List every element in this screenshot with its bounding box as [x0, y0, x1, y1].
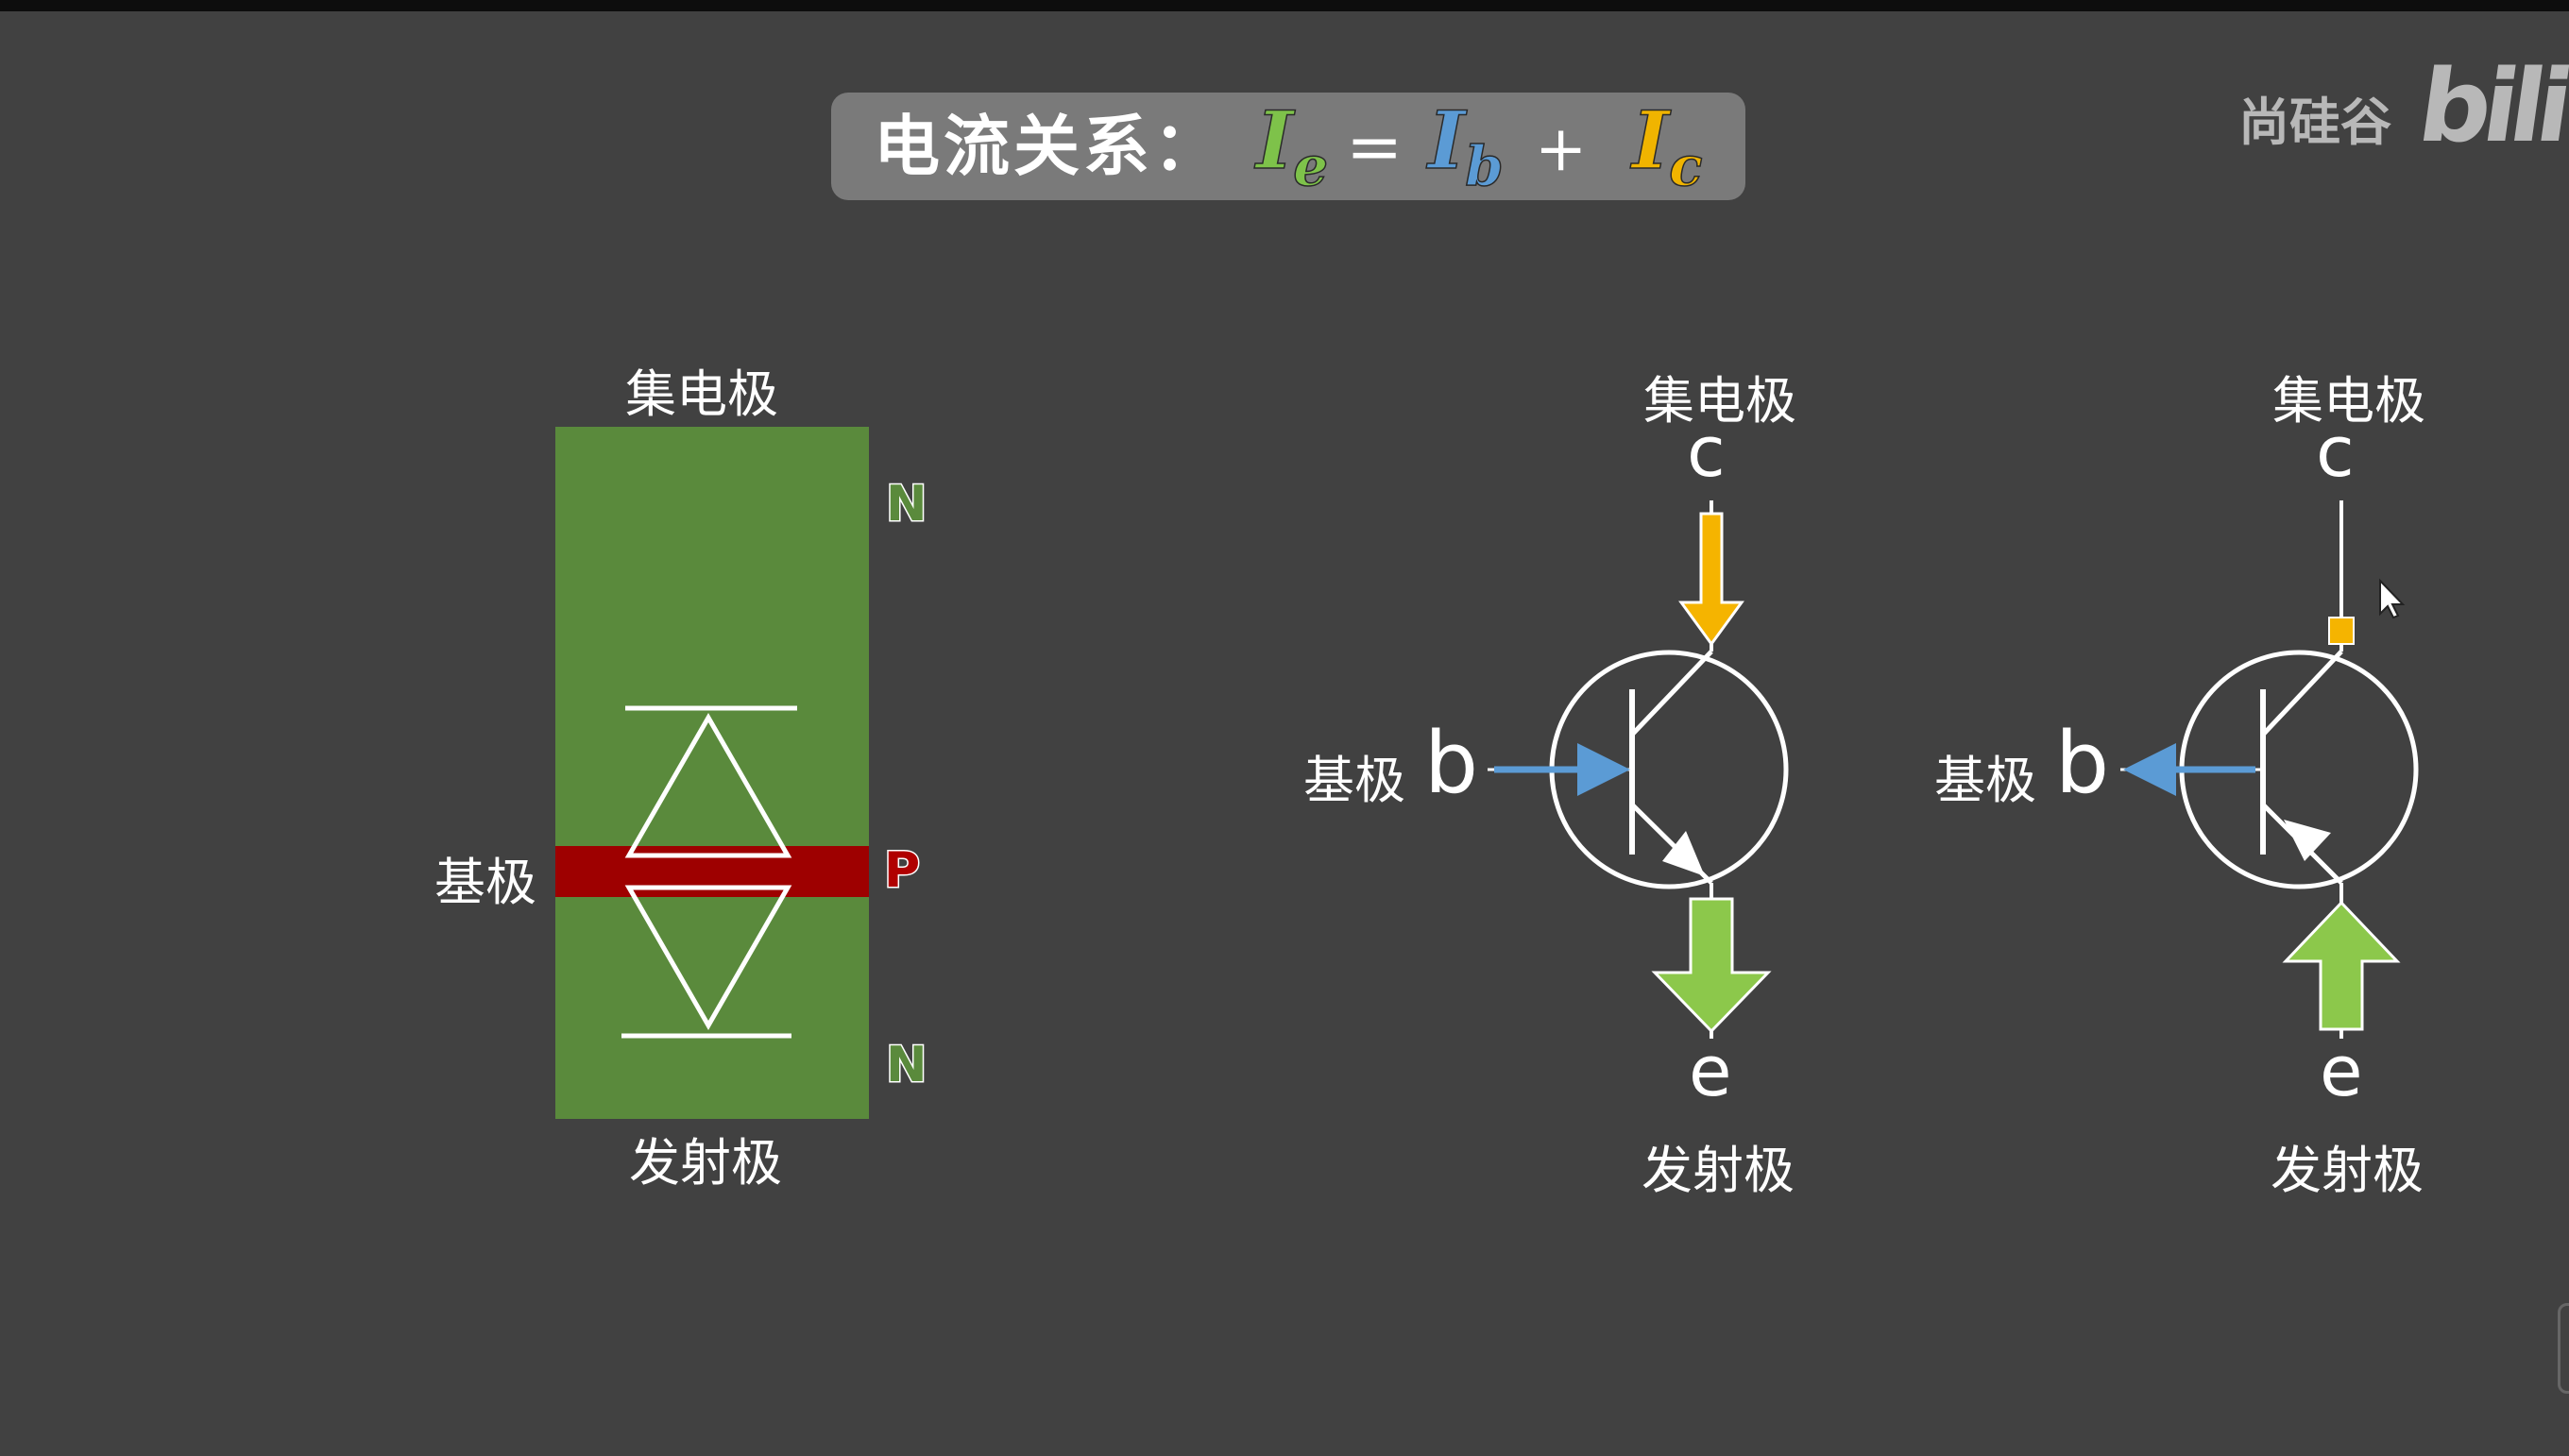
npn-base-label: 基极 [1303, 751, 1405, 810]
pnp-transistor-symbol [2120, 500, 2419, 1039]
side-panel-handle[interactable] [2558, 1303, 2569, 1394]
pnp-collector-pin: c [2316, 412, 2355, 493]
npn-collector-current-arrow [1678, 512, 1744, 647]
layer-n-bottom-label: N [885, 1036, 928, 1095]
pnp-base-label: 基极 [1934, 751, 2036, 810]
pnp-base-pin: b [2055, 714, 2110, 813]
npn-collector-pin: c [1687, 412, 1726, 493]
pnp-emitter-arrow [2284, 820, 2331, 861]
semi-emitter-label: 发射极 [629, 1133, 782, 1193]
npn-emitter-current-arrow [1651, 897, 1772, 1034]
pnp-collector-current-marker [2328, 617, 2355, 645]
pnp-collector-lead-inner [2261, 650, 2343, 736]
pnp-emitter-label: 发射极 [2271, 1141, 2424, 1200]
layer-n-top-label: N [885, 475, 928, 534]
diagram-canvas [555, 427, 2419, 1119]
npn-base-pin: b [1424, 714, 1479, 813]
semi-collector-label: 集电极 [625, 364, 778, 424]
mouse-cursor-icon [2379, 578, 2406, 619]
npn-transistor-symbol [1488, 500, 1789, 1039]
npn-emitter-pin: e [1689, 1031, 1732, 1112]
npn-collector-lead-inner [1630, 650, 1713, 736]
semiconductor-block [555, 427, 869, 1119]
npn-emitter-label: 发射极 [1642, 1141, 1795, 1200]
semi-base-label: 基极 [434, 853, 536, 912]
pnp-emitter-current-arrow [2282, 900, 2401, 1031]
pnp-emitter-pin: e [2320, 1031, 2363, 1112]
layer-p-label: P [882, 841, 921, 901]
